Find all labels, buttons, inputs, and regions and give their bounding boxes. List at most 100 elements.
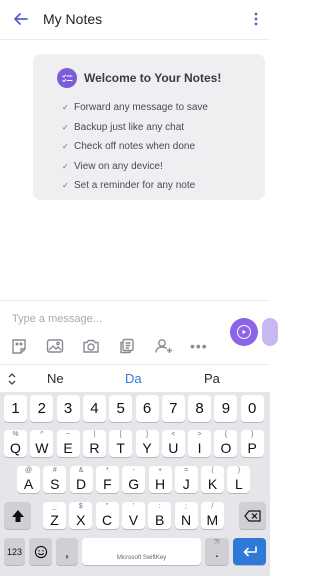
key-label: J bbox=[182, 475, 190, 492]
shift-key[interactable] bbox=[4, 502, 31, 529]
key-number-3[interactable]: 3 bbox=[56, 395, 80, 422]
key-number-7[interactable]: 7 bbox=[161, 395, 185, 422]
key-z[interactable]: _ Z bbox=[43, 502, 66, 529]
key-i[interactable]: > I bbox=[188, 430, 212, 457]
suggestion-bar: Ne Da Pa bbox=[0, 364, 270, 392]
key-label: Q bbox=[10, 439, 21, 456]
key-n[interactable]: ; N bbox=[174, 502, 198, 529]
key-w[interactable]: ^ W bbox=[30, 430, 54, 457]
message-input[interactable] bbox=[12, 310, 222, 328]
checklist-icon bbox=[57, 68, 77, 88]
emoji-icon bbox=[34, 545, 47, 558]
copy-button[interactable] bbox=[118, 335, 154, 357]
check-icon: ✓ bbox=[62, 161, 69, 171]
more-options-button[interactable] bbox=[248, 9, 264, 29]
backspace-key[interactable] bbox=[239, 502, 266, 529]
key-e[interactable]: ~ E bbox=[56, 430, 80, 457]
key-secondary: * bbox=[106, 467, 109, 474]
key-c[interactable]: " C bbox=[95, 502, 119, 529]
key-j[interactable]: = J bbox=[174, 466, 198, 493]
check-icon: ✓ bbox=[62, 181, 69, 191]
enter-key[interactable] bbox=[233, 538, 266, 565]
key-a[interactable]: @ A bbox=[17, 466, 40, 493]
welcome-card: Welcome to Your Notes! ✓ Forward any mess… bbox=[33, 54, 265, 200]
key-number-8[interactable]: 8 bbox=[188, 395, 212, 422]
key-secondary: { bbox=[224, 431, 228, 438]
suggestion-word[interactable]: Pa bbox=[204, 371, 220, 386]
more-tools-button[interactable]: ••• bbox=[190, 335, 226, 357]
key-secondary: ( bbox=[211, 467, 214, 474]
key-h[interactable]: + H bbox=[148, 466, 172, 493]
suggestion-word[interactable]: Ne bbox=[47, 371, 64, 386]
expand-collapse-icon[interactable] bbox=[6, 371, 18, 387]
add-contact-button[interactable] bbox=[154, 335, 190, 357]
key-k[interactable]: (K bbox=[201, 466, 225, 493]
key-g[interactable]: -G bbox=[122, 466, 146, 493]
back-button[interactable] bbox=[10, 8, 32, 30]
check-icon: ✓ bbox=[62, 142, 69, 152]
key-number-1[interactable]: 1 bbox=[4, 395, 27, 422]
key-m[interactable]: / M bbox=[200, 502, 224, 529]
key-secondary: = bbox=[184, 467, 189, 474]
key-s[interactable]: # S bbox=[43, 466, 67, 493]
send-button[interactable] bbox=[230, 318, 258, 346]
image-icon bbox=[46, 339, 64, 353]
list-item: ✓ Backup just like any chat bbox=[62, 118, 251, 138]
key-f[interactable]: * F bbox=[95, 466, 119, 493]
check-icon: ✓ bbox=[62, 103, 69, 113]
check-icon: ✓ bbox=[62, 122, 69, 132]
key-p[interactable]: } P bbox=[240, 430, 264, 457]
key-number-5[interactable]: 5 bbox=[109, 395, 133, 422]
key-y[interactable]: ] Y bbox=[135, 430, 159, 457]
key-r[interactable]: | R bbox=[82, 430, 106, 457]
key-t[interactable]: [T bbox=[109, 430, 133, 457]
key-v[interactable]: ' V bbox=[121, 502, 145, 529]
key-u[interactable]: < U bbox=[161, 430, 185, 457]
numbers-mode-key[interactable]: 123 bbox=[4, 538, 25, 565]
key-label: M bbox=[206, 511, 219, 528]
key-secondary: - bbox=[132, 467, 135, 474]
suggestion-word-selected[interactable]: Da bbox=[125, 371, 142, 386]
key-label: E bbox=[63, 439, 73, 456]
key-label: 1 bbox=[11, 400, 20, 417]
key-q[interactable]: % Q bbox=[4, 430, 27, 457]
key-number-4[interactable]: 4 bbox=[82, 395, 106, 422]
image-button[interactable] bbox=[46, 335, 82, 357]
key-label: X bbox=[76, 511, 86, 528]
key-o[interactable]: {O bbox=[214, 430, 238, 457]
key-secondary: [ bbox=[119, 431, 122, 438]
period-key[interactable]: ?! . bbox=[205, 538, 229, 565]
key-b[interactable]: :B bbox=[148, 502, 172, 529]
shift-icon bbox=[11, 509, 24, 522]
key-x[interactable]: $ X bbox=[69, 502, 93, 529]
key-label: 9 bbox=[221, 400, 231, 417]
more-vertical-icon bbox=[254, 12, 258, 26]
key-label: R bbox=[89, 439, 100, 456]
key-secondary: + bbox=[157, 467, 163, 474]
key-label: V bbox=[128, 511, 139, 528]
key-label: S bbox=[50, 475, 60, 492]
feature-text: View on any device! bbox=[74, 160, 163, 172]
app-header: My Notes bbox=[0, 0, 270, 40]
key-secondary: } bbox=[251, 431, 254, 438]
key-number-2[interactable]: 2 bbox=[30, 395, 54, 422]
space-key[interactable]: Microsoft SwiftKey bbox=[82, 538, 201, 565]
key-secondary: | bbox=[93, 431, 96, 438]
key-l[interactable]: ) L bbox=[227, 466, 251, 493]
key-number-9[interactable]: 9 bbox=[214, 395, 238, 422]
key-secondary: % bbox=[12, 431, 19, 438]
key-secondary: ^ bbox=[40, 431, 44, 438]
emoji-key[interactable] bbox=[29, 538, 52, 565]
camera-button[interactable] bbox=[82, 335, 118, 357]
page-title: My Notes bbox=[43, 11, 103, 27]
key-label: G bbox=[128, 475, 140, 492]
more-horizontal-icon: ••• bbox=[190, 338, 208, 354]
key-number-0[interactable]: 0 bbox=[240, 395, 264, 422]
key-d[interactable]: & D bbox=[69, 466, 93, 493]
backspace-icon bbox=[243, 509, 261, 522]
key-label: B bbox=[155, 511, 165, 528]
key-secondary: ~ bbox=[66, 431, 71, 438]
key-number-6[interactable]: 6 bbox=[135, 395, 159, 422]
comma-key[interactable]: , bbox=[56, 538, 78, 565]
sticker-button[interactable] bbox=[10, 335, 46, 357]
